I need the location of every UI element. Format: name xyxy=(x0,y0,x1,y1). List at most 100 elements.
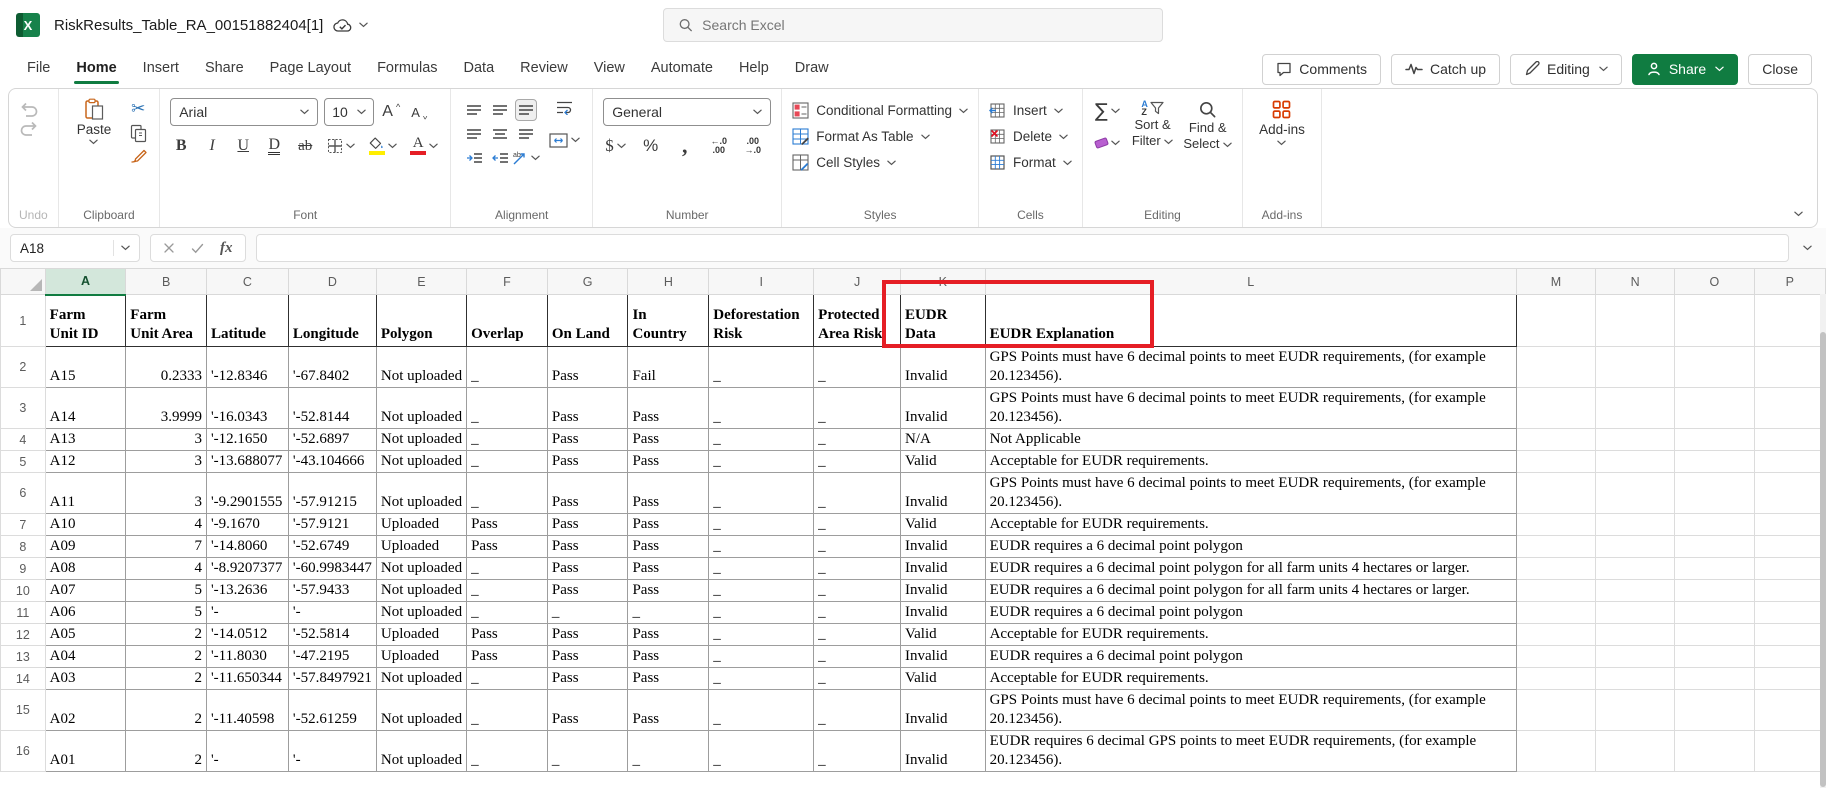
cell[interactable]: Pass xyxy=(628,451,709,473)
cell[interactable]: A04 xyxy=(45,646,126,668)
cell[interactable]: Acceptable for EUDR requirements. xyxy=(985,514,1516,536)
cell[interactable]: '-12.8346 xyxy=(206,347,288,388)
row-header-3[interactable]: 3 xyxy=(1,388,46,429)
shrink-font-button[interactable]: A^ xyxy=(408,101,430,123)
cell[interactable]: _ xyxy=(709,536,814,558)
cell[interactable]: _ xyxy=(709,731,814,772)
cell-column-title[interactable]: EUDR Explanation xyxy=(985,295,1516,347)
cell[interactable]: '- xyxy=(288,731,376,772)
cell[interactable]: Uploaded xyxy=(376,536,466,558)
row-header-12[interactable]: 12 xyxy=(1,624,46,646)
cell[interactable]: 3 xyxy=(126,451,207,473)
add-ins-button[interactable]: Add-ins xyxy=(1253,98,1311,148)
search-input[interactable] xyxy=(702,17,1148,33)
borders-button[interactable] xyxy=(325,135,357,157)
paste-button[interactable]: Paste xyxy=(69,98,120,145)
cell[interactable]: '-11.650344 xyxy=(206,668,288,690)
cell[interactable]: Not uploaded xyxy=(376,602,466,624)
cell[interactable]: _ xyxy=(547,731,628,772)
cell-empty[interactable] xyxy=(1516,295,1595,347)
row-header-6[interactable]: 6 xyxy=(1,473,46,514)
cell[interactable]: Invalid xyxy=(900,731,985,772)
column-header-C[interactable]: C xyxy=(206,269,288,295)
cell-empty[interactable] xyxy=(1516,451,1595,473)
cell-empty[interactable] xyxy=(1675,388,1754,429)
column-header-B[interactable]: B xyxy=(126,269,207,295)
cell[interactable]: '-57.9121 xyxy=(288,514,376,536)
row-header-16[interactable]: 16 xyxy=(1,731,46,772)
cell[interactable]: Pass xyxy=(628,388,709,429)
column-header-N[interactable]: N xyxy=(1596,269,1675,295)
cell-empty[interactable] xyxy=(1754,473,1825,514)
column-header-D[interactable]: D xyxy=(288,269,376,295)
collapse-ribbon-chevron-icon[interactable] xyxy=(1794,211,1803,217)
cell-empty[interactable] xyxy=(1596,473,1675,514)
cell-empty[interactable] xyxy=(1516,558,1595,580)
number-format-select[interactable]: General xyxy=(603,98,771,126)
cell[interactable]: _ xyxy=(467,347,548,388)
cell[interactable]: _ xyxy=(709,668,814,690)
cell[interactable]: _ xyxy=(709,602,814,624)
cell[interactable]: '-9.2901555 xyxy=(206,473,288,514)
cell[interactable]: A10 xyxy=(45,514,126,536)
decrease-decimal-button[interactable]: .00 →.0 xyxy=(742,135,764,157)
cell[interactable]: Not uploaded xyxy=(376,347,466,388)
cell[interactable]: 3 xyxy=(126,429,207,451)
cell[interactable]: '-14.0512 xyxy=(206,624,288,646)
cell-empty[interactable] xyxy=(1516,646,1595,668)
column-header-O[interactable]: O xyxy=(1675,269,1754,295)
cut-icon[interactable]: ✂ xyxy=(127,98,149,120)
column-header-M[interactable]: M xyxy=(1516,269,1595,295)
cell[interactable]: _ xyxy=(709,451,814,473)
cell[interactable]: Pass xyxy=(547,451,628,473)
cell[interactable]: EUDR requires a 6 decimal point polygon xyxy=(985,536,1516,558)
cell[interactable]: Acceptable for EUDR requirements. xyxy=(985,624,1516,646)
cell-empty[interactable] xyxy=(1596,514,1675,536)
cell[interactable]: A15 xyxy=(45,347,126,388)
currency-format-button[interactable]: $ xyxy=(603,135,628,157)
cell[interactable]: A02 xyxy=(45,690,126,731)
editing-mode-button[interactable]: Editing xyxy=(1510,54,1622,85)
cell-empty[interactable] xyxy=(1516,624,1595,646)
cell[interactable]: _ xyxy=(814,473,901,514)
tab-insert[interactable]: Insert xyxy=(130,50,192,88)
cell-column-title[interactable]: Deforestation Risk xyxy=(709,295,814,347)
cell-empty[interactable] xyxy=(1754,690,1825,731)
cell[interactable]: _ xyxy=(709,558,814,580)
cell-empty[interactable] xyxy=(1754,646,1825,668)
cell[interactable]: Uploaded xyxy=(376,514,466,536)
format-painter-icon[interactable] xyxy=(130,147,147,164)
cell[interactable]: _ xyxy=(814,624,901,646)
cell-empty[interactable] xyxy=(1675,347,1754,388)
comma-format-button[interactable]: , xyxy=(674,135,696,157)
cell[interactable]: Valid xyxy=(900,451,985,473)
cell[interactable]: Not uploaded xyxy=(376,429,466,451)
cell[interactable]: Pass xyxy=(628,646,709,668)
cell[interactable]: Invalid xyxy=(900,558,985,580)
cell[interactable]: _ xyxy=(814,514,901,536)
cell[interactable]: A13 xyxy=(45,429,126,451)
cell[interactable]: Not uploaded xyxy=(376,473,466,514)
delete-cells-button[interactable]: Delete xyxy=(989,124,1068,149)
cell[interactable]: _ xyxy=(814,536,901,558)
cell-styles-button[interactable]: Cell Styles xyxy=(792,150,896,175)
cell[interactable]: Pass xyxy=(628,690,709,731)
tab-help[interactable]: Help xyxy=(726,50,782,88)
cell-empty[interactable] xyxy=(1596,388,1675,429)
cell[interactable]: A01 xyxy=(45,731,126,772)
cell[interactable]: '-52.8144 xyxy=(288,388,376,429)
cell[interactable]: _ xyxy=(814,451,901,473)
cell[interactable]: GPS Points must have 6 decimal points to… xyxy=(985,388,1516,429)
cell[interactable]: Invalid xyxy=(900,580,985,602)
cell[interactable]: Not uploaded xyxy=(376,731,466,772)
cell[interactable]: Pass xyxy=(628,473,709,514)
cell[interactable]: Invalid xyxy=(900,388,985,429)
cell[interactable]: Not uploaded xyxy=(376,580,466,602)
cell-empty[interactable] xyxy=(1754,624,1825,646)
cell[interactable]: Not uploaded xyxy=(376,668,466,690)
name-box[interactable]: A18 xyxy=(10,234,140,262)
cell[interactable]: _ xyxy=(467,731,548,772)
cell-empty[interactable] xyxy=(1754,514,1825,536)
cell-empty[interactable] xyxy=(1675,536,1754,558)
font-name-select[interactable]: Arial xyxy=(170,98,318,126)
